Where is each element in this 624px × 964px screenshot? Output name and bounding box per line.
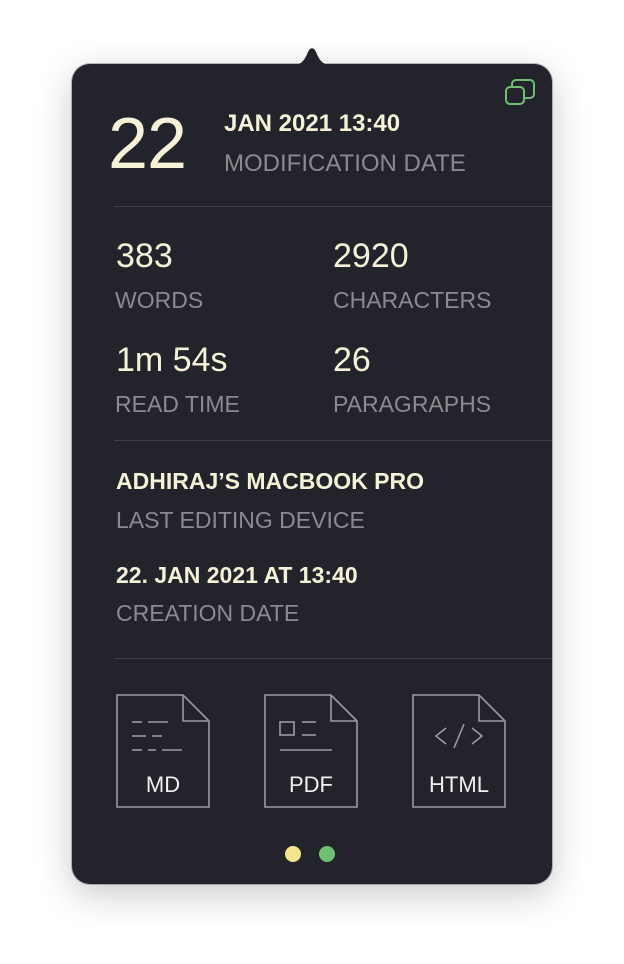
paragraphs-label: PARAGRAPHS: [333, 391, 492, 417]
export-md-label: MD: [145, 772, 181, 797]
modification-day: 22: [108, 104, 187, 184]
characters-label: CHARACTERS: [333, 287, 492, 313]
page-dot-1[interactable]: [285, 846, 301, 862]
export-pdf-label: PDF: [289, 772, 333, 797]
characters-count: 2920: [333, 237, 409, 275]
divider: [114, 440, 552, 441]
export-html-label: HTML: [429, 772, 489, 797]
paragraphs-count: 26: [333, 341, 371, 379]
creation-date-label: CREATION DATE: [116, 600, 300, 626]
popover-arrow: [288, 42, 336, 66]
read-time-value: 1m 54s: [116, 341, 228, 379]
export-pdf-button[interactable]: PDF: [264, 694, 358, 808]
last-editing-device-label: LAST EDITING DEVICE: [116, 507, 365, 533]
words-label: WORDS: [115, 287, 204, 313]
modification-date-label: MODIFICATION DATE: [224, 150, 466, 177]
export-md-button[interactable]: MD: [116, 694, 210, 808]
modification-date-value: JAN 2021 13:40: [224, 110, 401, 137]
export-html-button[interactable]: HTML: [412, 694, 506, 808]
page-dot-2[interactable]: [319, 846, 335, 862]
divider: [114, 658, 552, 659]
words-count: 383: [116, 237, 173, 275]
read-time-label: READ TIME: [115, 391, 240, 417]
document-info-popover: 22 JAN 2021 13:40 MODIFICATION DATE 383 …: [72, 48, 552, 884]
copy-icon[interactable]: [504, 78, 536, 108]
last-editing-device-value: ADHIRAJ’S MACBOOK PRO: [116, 468, 424, 494]
page-indicator: [285, 846, 335, 862]
divider: [114, 206, 552, 207]
creation-date-value: 22. JAN 2021 AT 13:40: [116, 562, 358, 588]
